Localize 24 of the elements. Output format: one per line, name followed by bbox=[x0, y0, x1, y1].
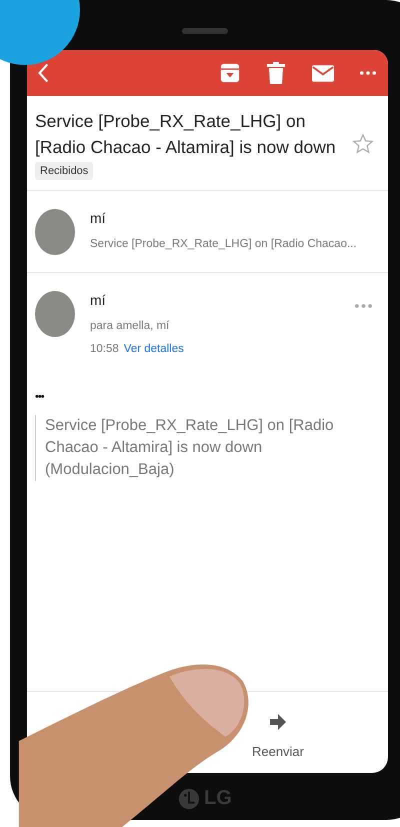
avatar-placeholder bbox=[35, 209, 75, 255]
show-quoted-toggle[interactable]: ••• bbox=[35, 391, 44, 403]
message-time: 10:58 bbox=[90, 343, 119, 355]
trash-icon[interactable] bbox=[266, 62, 286, 84]
speaker-grille bbox=[182, 28, 228, 34]
star-icon[interactable] bbox=[352, 133, 374, 155]
sender-name: mí bbox=[90, 209, 107, 227]
more-icon[interactable] bbox=[355, 304, 372, 308]
mail-icon[interactable] bbox=[312, 64, 334, 82]
back-icon[interactable] bbox=[37, 62, 49, 84]
avatar-placeholder bbox=[35, 291, 75, 337]
details-link[interactable]: Ver detalles bbox=[124, 343, 184, 355]
message-snippet: Service [Probe_RX_Rate_LHG] on [Radio Chacao... bbox=[90, 238, 357, 250]
recipients-text: para amella, mí bbox=[90, 320, 170, 332]
message-row[interactable]: mí Service [Probe_RX_Rate_LHG] on [Radio Chacao... bbox=[27, 191, 388, 273]
quoted-text: Service [Probe_RX_Rate_LHG] on [Radio Chacao - Altamira] is now down (Modulacion_Baja) bbox=[35, 415, 376, 481]
email-subject: Service [Probe_RX_Rate_LHG] on [Radio Chacao - Altamira] is now down bbox=[35, 110, 337, 159]
logo-icon bbox=[178, 788, 200, 810]
archive-icon[interactable] bbox=[220, 62, 240, 84]
more-icon[interactable] bbox=[360, 71, 376, 75]
inbox-label: Recibidos bbox=[35, 162, 94, 180]
forward-icon bbox=[270, 714, 286, 730]
forward-button[interactable]: Reenviar bbox=[248, 692, 308, 773]
sender-name: mí bbox=[90, 291, 107, 309]
